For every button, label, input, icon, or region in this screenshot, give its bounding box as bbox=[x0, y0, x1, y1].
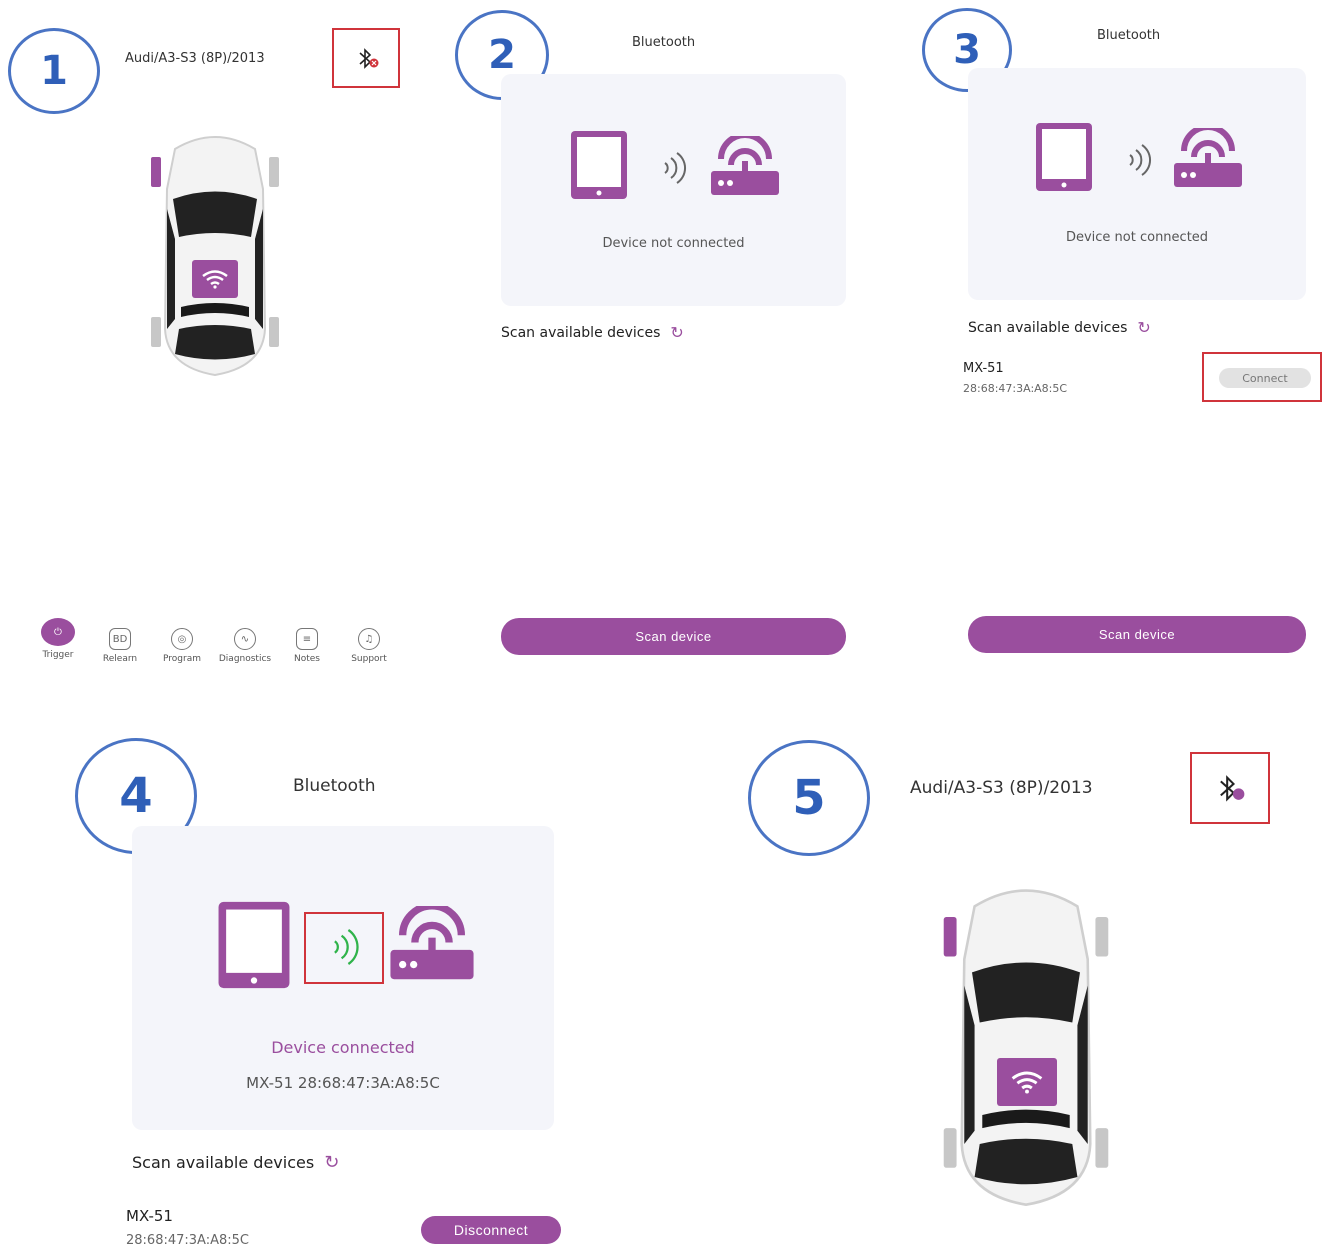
screen-title: Bluetooth bbox=[632, 35, 696, 50]
connection-status: Device not connected bbox=[602, 236, 745, 251]
router-icon bbox=[388, 906, 476, 984]
vehicle-title: Audi/A3-S3 (8P)/2013 bbox=[910, 778, 1093, 798]
notes-icon: ≡ bbox=[296, 628, 318, 650]
nav-trigger[interactable]: ⏻ Trigger bbox=[28, 618, 88, 660]
tablet-icon bbox=[569, 128, 629, 202]
headset-icon: ♫ bbox=[358, 628, 380, 650]
connection-status: Device connected bbox=[271, 1038, 415, 1057]
device-name: MX-51 bbox=[963, 361, 1004, 376]
step-number: 1 bbox=[40, 48, 68, 94]
nav-label: Program bbox=[163, 654, 201, 664]
screen-title: Bluetooth bbox=[1097, 28, 1161, 43]
scan-device-button[interactable]: Scan device bbox=[968, 616, 1306, 653]
connection-status: Device not connected bbox=[1065, 230, 1209, 245]
nav-label: Relearn bbox=[102, 654, 138, 664]
scan-label: Scan available devices bbox=[968, 319, 1128, 336]
nav-relearn[interactable]: BD Relearn bbox=[90, 628, 150, 664]
wifi-badge-icon bbox=[997, 1058, 1057, 1106]
vehicle-title: Audi/A3-S3 (8P)/2013 bbox=[125, 51, 265, 66]
nav-notes[interactable]: ≡ Notes bbox=[277, 628, 337, 664]
scan-device-button[interactable]: Scan device bbox=[501, 618, 846, 655]
scan-available-devices[interactable]: Scan available devices ↻ bbox=[132, 1152, 339, 1173]
nav-program[interactable]: ◎ Program bbox=[152, 628, 212, 664]
step-1-marker: 1 bbox=[8, 28, 100, 114]
tablet-icon bbox=[1034, 120, 1094, 194]
router-icon bbox=[709, 136, 781, 198]
disconnect-button[interactable]: Disconnect bbox=[421, 1216, 561, 1244]
bluetooth-disconnected-icon[interactable] bbox=[356, 48, 380, 70]
connection-panel: Device not connected bbox=[501, 74, 846, 306]
scan-label: Scan available devices bbox=[132, 1153, 315, 1172]
nav-label: Notes bbox=[294, 654, 320, 664]
obd-icon: BD bbox=[109, 628, 131, 650]
car-top-view bbox=[936, 880, 1116, 1210]
bluetooth-connected-icon[interactable] bbox=[1215, 775, 1247, 803]
tablet-icon bbox=[216, 898, 292, 992]
scan-available-devices[interactable]: Scan available devices ↻ bbox=[968, 318, 1151, 337]
pulse-icon: ∿ bbox=[234, 628, 256, 650]
nav-diagnostics[interactable]: ∿ Diagnostics bbox=[215, 628, 275, 664]
refresh-icon[interactable]: ↻ bbox=[324, 1152, 339, 1173]
connection-panel: Device connected MX-51 28:68:47:3A:A8:5C bbox=[132, 826, 554, 1130]
step-number: 2 bbox=[488, 32, 516, 78]
device-mac: 28:68:47:3A:A8:5C bbox=[963, 382, 1068, 395]
step-number: 4 bbox=[119, 768, 153, 824]
step-number: 5 bbox=[792, 770, 826, 826]
connection-panel: Device not connected bbox=[968, 68, 1306, 300]
nav-support[interactable]: ♫ Support bbox=[339, 628, 399, 664]
refresh-icon[interactable]: ↻ bbox=[1137, 318, 1150, 337]
signal-waves-connected-icon bbox=[328, 926, 362, 968]
step-number: 3 bbox=[953, 27, 981, 73]
router-icon bbox=[1172, 128, 1244, 190]
refresh-icon[interactable]: ↻ bbox=[670, 323, 683, 342]
nav-label: Diagnostics bbox=[218, 654, 272, 664]
sensor-icon: ◎ bbox=[171, 628, 193, 650]
device-name: MX-51 bbox=[126, 1207, 173, 1225]
signal-waves-icon bbox=[1124, 142, 1154, 178]
step-5-marker: 5 bbox=[748, 740, 870, 856]
connect-button[interactable]: Connect bbox=[1219, 368, 1311, 388]
device-mac: 28:68:47:3A:A8:5C bbox=[126, 1233, 249, 1248]
scan-label: Scan available devices bbox=[501, 324, 661, 341]
power-icon: ⏻ bbox=[41, 618, 75, 646]
signal-waves-icon bbox=[659, 150, 689, 186]
scan-available-devices[interactable]: Scan available devices ↻ bbox=[501, 323, 684, 342]
car-top-view bbox=[145, 128, 285, 380]
connected-device-info: MX-51 28:68:47:3A:A8:5C bbox=[246, 1074, 440, 1092]
nav-label: Trigger bbox=[42, 650, 74, 660]
screen-title: Bluetooth bbox=[293, 776, 376, 796]
nav-label: Support bbox=[351, 654, 387, 664]
wifi-badge-icon bbox=[192, 260, 238, 298]
